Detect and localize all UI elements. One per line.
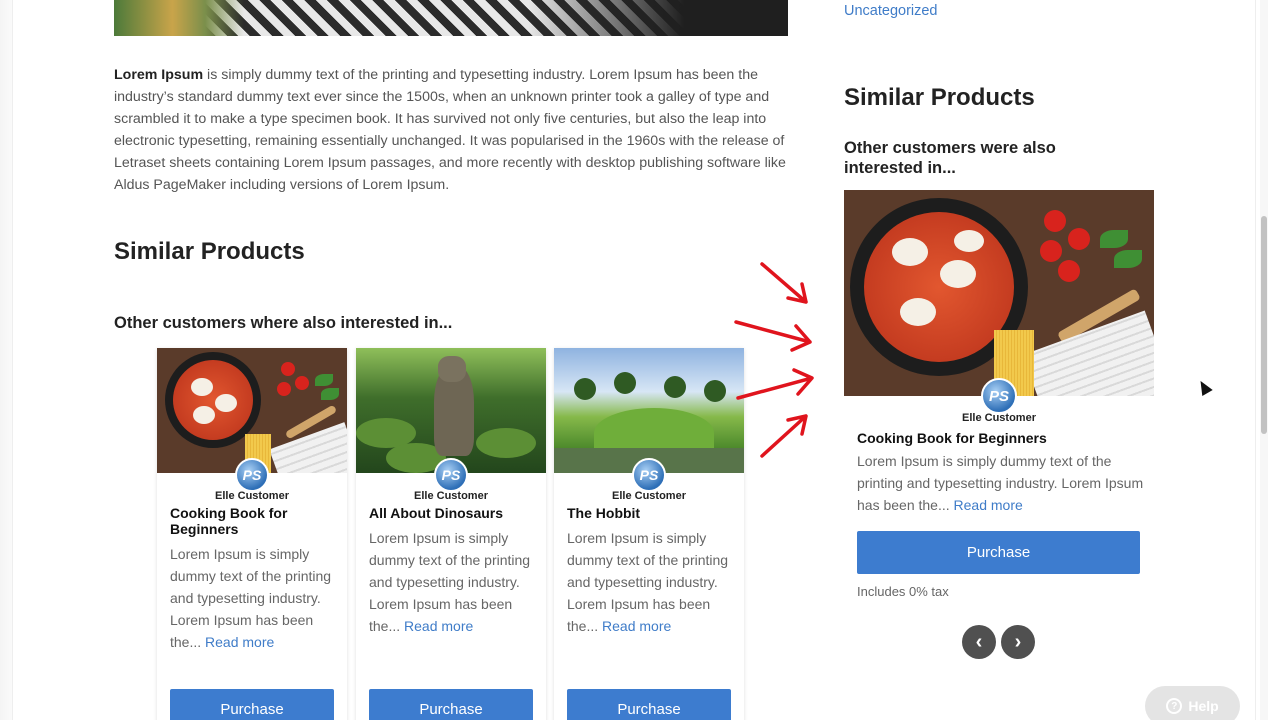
product-image-hobbit[interactable] <box>554 348 744 473</box>
product-card[interactable]: PS Elle Customer All About Dinosaurs Lor… <box>356 348 546 720</box>
product-title[interactable]: Cooking Book for Beginners <box>857 430 1047 446</box>
page-background <box>0 0 12 720</box>
sidebar-product-image[interactable] <box>844 190 1154 396</box>
help-button[interactable]: ? Help <box>1145 686 1240 720</box>
product-title[interactable]: Cooking Book for Beginners <box>157 502 347 537</box>
sidebar-similar-heading: Similar Products <box>844 84 1035 111</box>
help-label: Help <box>1188 698 1219 714</box>
sidebar-product-card[interactable]: PS Elle Customer Cooking Book for Beginn… <box>844 190 1154 610</box>
read-more-link[interactable]: Read more <box>602 618 671 634</box>
product-description: Lorem Ipsum is simply dummy text of the … <box>114 64 792 196</box>
vendor-logo-icon: PS <box>632 458 666 492</box>
arrow-icon <box>760 414 808 458</box>
annotation-arrows <box>734 262 814 458</box>
product-hero-image <box>114 0 788 36</box>
arrow-icon <box>760 262 808 304</box>
vendor-logo-icon: PS <box>235 458 269 492</box>
arrow-icon <box>736 368 814 400</box>
product-author: Elle Customer <box>962 412 1036 424</box>
product-card[interactable]: PS Elle Customer Cooking Book for Beginn… <box>157 348 347 720</box>
product-title[interactable]: All About Dinosaurs <box>356 502 546 521</box>
sidebar-other-heading: Other customers were also interested in.… <box>844 139 1056 177</box>
vendor-logo-icon: PS <box>981 378 1017 414</box>
read-more-link[interactable]: Read more <box>404 618 473 634</box>
product-excerpt: Lorem Ipsum is simply dummy text of the … <box>857 450 1147 516</box>
read-more-link[interactable]: Read more <box>205 634 274 650</box>
similar-products-heading: Similar Products <box>114 238 305 265</box>
product-title[interactable]: The Hobbit <box>554 502 744 521</box>
purchase-button[interactable]: Purchase <box>369 689 533 720</box>
vendor-logo-icon: PS <box>434 458 468 492</box>
description-bold-lead: Lorem Ipsum <box>114 67 204 83</box>
purchase-button[interactable]: Purchase <box>170 689 334 720</box>
arrow-icon <box>734 320 812 352</box>
product-image-dinosaur[interactable] <box>356 348 546 473</box>
category-link-uncategorized[interactable]: Uncategorized <box>844 3 938 19</box>
product-card[interactable]: PS Elle Customer The Hobbit Lorem Ipsum … <box>554 348 744 720</box>
help-icon: ? <box>1166 698 1183 714</box>
description-body: is simply dummy text of the printing and… <box>114 67 786 193</box>
read-more-link[interactable]: Read more <box>954 497 1023 513</box>
carousel-next-button[interactable]: › <box>1001 625 1035 659</box>
scrollbar-thumb[interactable] <box>1261 216 1267 434</box>
product-image-cooking[interactable] <box>157 348 347 473</box>
carousel-prev-button[interactable]: ‹ <box>962 625 996 659</box>
chevron-left-icon: ‹ <box>975 630 983 653</box>
product-excerpt: Lorem Ipsum is simply dummy text of the … <box>356 521 546 637</box>
purchase-button[interactable]: Purchase <box>567 689 731 720</box>
other-customers-heading: Other customers where also interested in… <box>114 314 453 332</box>
tax-note: Includes 0% tax <box>857 584 949 599</box>
purchase-button[interactable]: Purchase <box>857 531 1140 574</box>
product-excerpt: Lorem Ipsum is simply dummy text of the … <box>554 521 744 637</box>
product-excerpt: Lorem Ipsum is simply dummy text of the … <box>157 537 347 653</box>
chevron-right-icon: › <box>1014 630 1022 653</box>
